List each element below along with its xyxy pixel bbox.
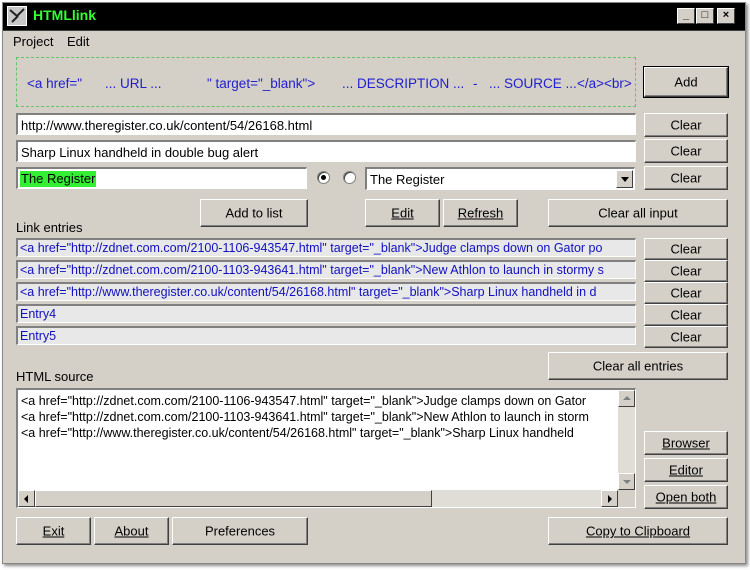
source-input[interactable]: The Register xyxy=(16,167,307,189)
editor-button[interactable]: Editor xyxy=(644,458,728,482)
template-anchor-open: <a href=" xyxy=(27,76,83,91)
clear-source-button[interactable]: Clear xyxy=(644,166,728,190)
clear-description-button[interactable]: Clear xyxy=(644,139,728,163)
clear-entry-1-label: Clear xyxy=(670,241,702,257)
horizontal-scrollbar[interactable] xyxy=(18,490,618,507)
menu-edit[interactable]: Edit xyxy=(67,34,89,49)
clear-url-label: Clear xyxy=(670,117,702,133)
clear-entry-4-label: Clear xyxy=(670,307,702,323)
scroll-left-arrow-icon[interactable] xyxy=(18,490,35,507)
copy-to-clipboard-button[interactable]: Copy to Clipboard xyxy=(548,517,728,545)
add-to-list-label: Add to list xyxy=(225,205,283,221)
scrollbar-corner xyxy=(618,490,635,507)
combo-dropdown-arrow-icon[interactable] xyxy=(616,170,633,188)
about-label: About xyxy=(114,523,149,539)
clear-entry-5-button[interactable]: Clear xyxy=(644,326,728,348)
menu-bar: Project Edit xyxy=(3,31,745,53)
clear-entry-5-label: Clear xyxy=(670,329,702,345)
clear-entry-3-button[interactable]: Clear xyxy=(644,282,728,304)
template-description-placeholder: ... DESCRIPTION ... xyxy=(342,76,465,91)
link-entry-2[interactable]: <a href="http://zdnet.com.com/2100-1103-… xyxy=(16,260,636,279)
exit-button[interactable]: Exit xyxy=(16,517,91,545)
url-input[interactable]: http://www.theregister.co.uk/content/54/… xyxy=(16,113,636,135)
window-title: HTMLlink xyxy=(33,7,96,23)
template-target-attr: " target="_blank"> xyxy=(207,76,316,91)
about-button[interactable]: About xyxy=(94,517,169,545)
editor-label: Editor xyxy=(669,462,703,478)
link-template-preview: <a href=" ... URL ... " target="_blank">… xyxy=(16,57,636,107)
link-entry-1[interactable]: <a href="http://zdnet.com.com/2100-1106-… xyxy=(16,238,636,257)
minimize-button[interactable]: _ xyxy=(677,8,695,24)
clear-all-input-label: Clear all input xyxy=(598,205,678,221)
vertical-scrollbar[interactable] xyxy=(618,390,635,490)
template-source-placeholder: ... SOURCE ... xyxy=(489,76,577,91)
maximize-button[interactable]: □ xyxy=(696,8,714,24)
browser-label: Browser xyxy=(662,435,710,451)
template-anchor-close: </a><br> xyxy=(577,76,632,91)
link-entry-5[interactable]: Entry5 xyxy=(16,326,636,345)
app-window: HTMLlink _ □ × Project Edit <a href=" ..… xyxy=(2,2,746,564)
source-combo-radio[interactable] xyxy=(343,171,356,184)
clear-url-button[interactable]: Clear xyxy=(644,113,728,137)
clear-source-label: Clear xyxy=(670,170,702,186)
clear-entry-3-label: Clear xyxy=(670,285,702,301)
source-text-radio[interactable] xyxy=(317,171,330,184)
browser-button[interactable]: Browser xyxy=(644,431,728,455)
html-source-label: HTML source xyxy=(16,369,94,384)
open-both-button[interactable]: Open both xyxy=(644,485,728,509)
open-both-label: Open both xyxy=(655,489,717,505)
refresh-label: Refresh xyxy=(457,205,504,221)
horizontal-scroll-thumb[interactable] xyxy=(35,490,432,507)
clear-description-label: Clear xyxy=(670,143,702,159)
preferences-button[interactable]: Preferences xyxy=(172,517,308,545)
add-to-list-button[interactable]: Add to list xyxy=(200,199,308,227)
clear-entry-2-label: Clear xyxy=(670,263,702,279)
scroll-right-arrow-icon[interactable] xyxy=(601,490,618,507)
title-bar[interactable]: HTMLlink _ □ × xyxy=(3,3,745,31)
template-separator: - xyxy=(473,76,478,91)
clear-entry-1-button[interactable]: Clear xyxy=(644,238,728,260)
exit-label: Exit xyxy=(42,523,65,539)
preferences-label: Preferences xyxy=(204,523,276,539)
add-button[interactable]: Add xyxy=(643,66,729,98)
edit-button[interactable]: Edit xyxy=(365,199,440,227)
refresh-button[interactable]: Refresh xyxy=(443,199,518,227)
template-url-placeholder: ... URL ... xyxy=(105,76,162,91)
close-button[interactable]: × xyxy=(717,8,735,24)
description-input[interactable]: Sharp Linux handheld in double bug alert xyxy=(16,140,636,162)
clear-entry-4-button[interactable]: Clear xyxy=(644,304,728,326)
clear-all-entries-label: Clear all entries xyxy=(592,358,684,374)
link-entry-3[interactable]: <a href="http://www.theregister.co.uk/co… xyxy=(16,282,636,301)
copy-to-clipboard-label: Copy to Clipboard xyxy=(585,523,691,539)
html-source-textarea[interactable]: <a href="http://zdnet.com.com/2100-1106-… xyxy=(16,388,636,508)
clear-all-input-button[interactable]: Clear all input xyxy=(548,199,728,227)
html-source-line-1: <a href="http://zdnet.com.com/2100-1106-… xyxy=(21,394,587,408)
link-entry-4[interactable]: Entry4 xyxy=(16,304,636,323)
html-source-line-2: <a href="http://zdnet.com.com/2100-1103-… xyxy=(21,410,589,424)
scroll-down-arrow-icon[interactable] xyxy=(618,473,635,490)
app-link-icon[interactable] xyxy=(7,6,27,26)
menu-project[interactable]: Project xyxy=(13,34,53,49)
source-combo-value: The Register xyxy=(370,172,445,187)
source-input-selected-text: The Register xyxy=(20,171,97,187)
link-entries-label: Link entries xyxy=(16,220,83,235)
clear-entry-2-button[interactable]: Clear xyxy=(644,260,728,282)
scroll-up-arrow-icon[interactable] xyxy=(618,390,635,407)
html-source-line-3: <a href="http://www.theregister.co.uk/co… xyxy=(21,426,574,440)
source-combo[interactable]: The Register xyxy=(365,167,635,190)
edit-label: Edit xyxy=(391,205,414,221)
add-button-label: Add xyxy=(674,74,698,90)
clear-all-entries-button[interactable]: Clear all entries xyxy=(548,352,728,380)
